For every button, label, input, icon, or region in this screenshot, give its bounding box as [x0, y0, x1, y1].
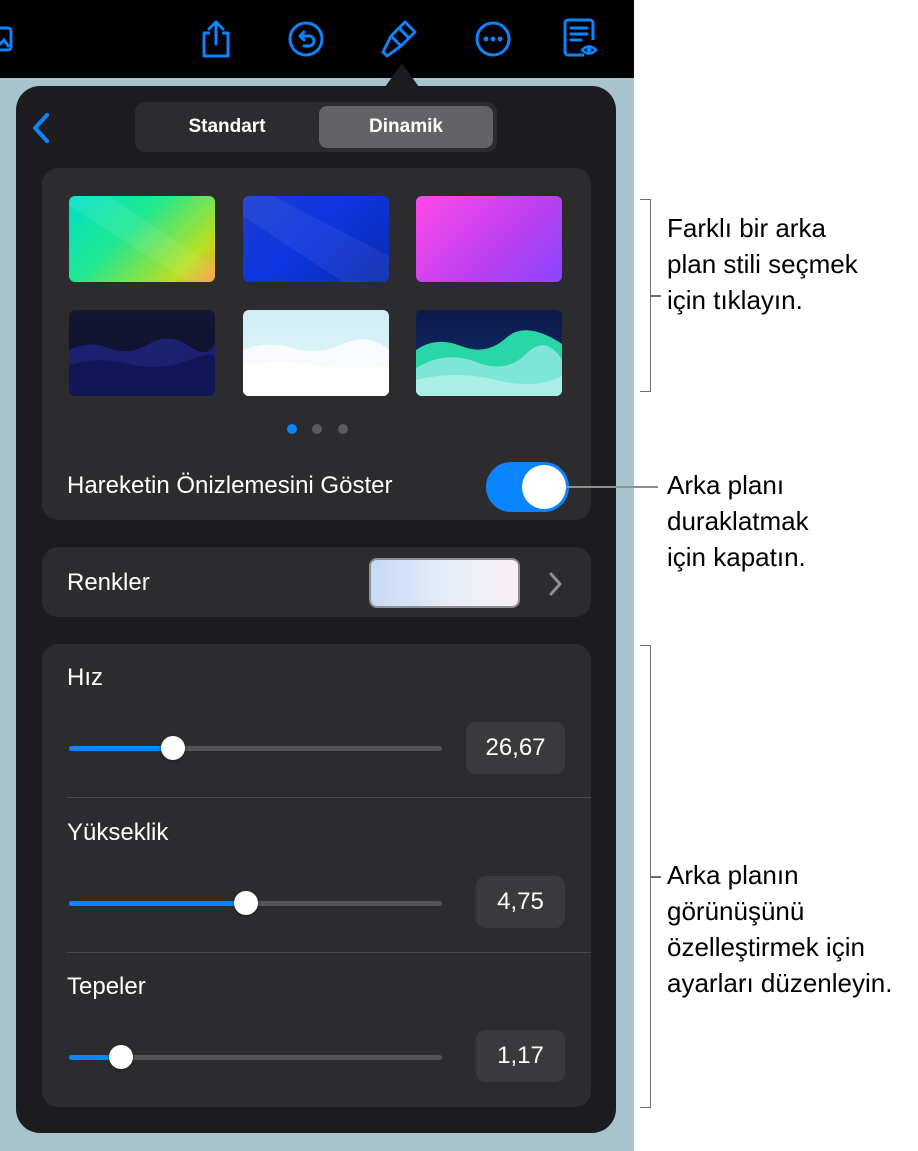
divider	[67, 797, 591, 798]
page-dot-3[interactable]	[338, 424, 348, 434]
callout-line: plan stili seçmek	[667, 249, 858, 279]
color-gradient-swatch[interactable]	[369, 558, 520, 608]
divider	[67, 952, 591, 953]
page-dot-2[interactable]	[312, 424, 322, 434]
undo-icon[interactable]	[284, 17, 328, 61]
sliders-bracket-tick	[651, 876, 661, 878]
page-dot-1[interactable]	[287, 424, 297, 434]
page-indicator	[282, 423, 352, 435]
callout-line: özelleştirmek için	[667, 932, 865, 962]
toggle-leader-line	[566, 486, 658, 488]
callout-line: için tıklayın.	[667, 285, 803, 315]
presenter-notes-icon[interactable]	[558, 17, 602, 61]
toolbar	[0, 0, 634, 78]
segment-standard[interactable]: Standart	[139, 106, 315, 148]
slider-fill	[69, 746, 174, 751]
more-icon[interactable]	[471, 17, 515, 61]
callout-line: duraklatmak	[667, 506, 809, 536]
style-thumbnail-gradient-magenta[interactable]	[416, 196, 562, 282]
slider-fill	[69, 901, 247, 906]
sliders-callout: Arka planın görünüşünü özelleştirmek içi…	[667, 857, 892, 1001]
colors-label: Renkler	[67, 569, 150, 596]
styles-callout: Farklı bir arka plan stili seçmek için t…	[667, 210, 858, 318]
style-thumbnail-landscape-night[interactable]	[69, 310, 215, 396]
styles-bracket-tick	[651, 295, 661, 297]
style-thumbnail-landscape-teal[interactable]	[416, 310, 562, 396]
peaks-value-field[interactable]: 1,17	[476, 1030, 565, 1082]
callout-line: Farklı bir arka	[667, 213, 826, 243]
sliders-bracket	[640, 645, 651, 1108]
back-chevron-icon[interactable]	[28, 110, 56, 146]
style-thumbnail-gradient-green[interactable]	[69, 196, 215, 282]
speed-label: Hız	[67, 664, 103, 691]
speed-slider[interactable]	[69, 736, 442, 760]
motion-preview-toggle[interactable]	[486, 462, 569, 512]
speed-value-field[interactable]: 26,67	[466, 722, 565, 774]
height-label: Yükseklik	[67, 819, 169, 846]
background-type-segmented-control: Standart Dinamik	[135, 102, 497, 152]
callout-line: görünüşünü	[667, 896, 805, 926]
style-thumbnail-gradient-blue[interactable]	[243, 196, 389, 282]
peaks-slider[interactable]	[69, 1045, 442, 1069]
slider-knob[interactable]	[234, 891, 259, 915]
height-value-field[interactable]: 4,75	[476, 876, 565, 928]
peaks-label: Tepeler	[67, 973, 146, 1000]
callout-line: için kapatın.	[667, 542, 806, 572]
popover-arrow	[385, 63, 419, 87]
toggle-callout: Arka planı duraklatmak için kapatın.	[667, 467, 809, 575]
chevron-right-icon[interactable]	[547, 571, 563, 597]
motion-preview-label: Hareketin Önizlemesini Göster	[67, 472, 393, 499]
callout-line: Arka planın	[667, 860, 799, 890]
height-slider[interactable]	[69, 891, 442, 915]
style-thumbnail-landscape-white[interactable]	[243, 310, 389, 396]
image-icon[interactable]	[0, 17, 20, 61]
callout-line: ayarları düzenleyin.	[667, 968, 893, 998]
styles-bracket	[640, 199, 651, 392]
callout-line: Arka planı	[667, 470, 785, 500]
paintbrush-icon[interactable]	[377, 17, 421, 61]
toggle-knob	[522, 465, 566, 509]
share-icon[interactable]	[194, 17, 238, 61]
segment-dynamic[interactable]: Dinamik	[319, 106, 493, 148]
